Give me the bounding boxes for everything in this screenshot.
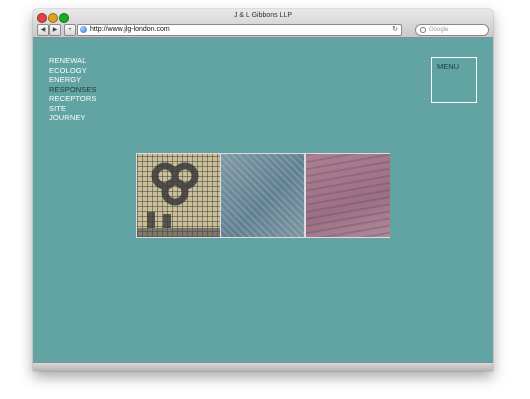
search-placeholder: Google xyxy=(429,27,449,33)
menu-button[interactable]: MENU xyxy=(431,57,477,103)
back-button[interactable]: ◀ xyxy=(37,24,49,36)
nav-item-renewal[interactable]: RENEWAL xyxy=(49,56,97,66)
image-gallery xyxy=(136,153,390,238)
mosaic-cobblestone-image[interactable] xyxy=(137,154,220,237)
menu-label: MENU xyxy=(437,62,460,71)
nav-item-receptors[interactable]: RECEPTORS xyxy=(49,94,97,104)
browser-window: J & L Gibbons LLP ◀ ▶ + http://www.jlg-l… xyxy=(33,9,493,371)
search-icon xyxy=(420,27,426,33)
globe-icon xyxy=(80,26,87,33)
nav-item-ecology[interactable]: ECOLOGY xyxy=(49,66,97,76)
site-navigation: RENEWAL ECOLOGY ENERGY RESPONSES RECEPTO… xyxy=(49,56,97,123)
address-bar[interactable]: http://www.jlg-london.com ↻ xyxy=(77,24,402,36)
reload-icon[interactable]: ↻ xyxy=(392,25,398,35)
window-title: J & L Gibbons LLP xyxy=(233,12,293,19)
add-bookmark-button[interactable]: + xyxy=(64,24,76,36)
mosaic-pattern-icon xyxy=(137,162,220,237)
forward-button[interactable]: ▶ xyxy=(49,24,61,36)
blue-grey-stone-texture-image[interactable] xyxy=(221,154,304,237)
title-bar: J & L Gibbons LLP ◀ ▶ + http://www.jlg-l… xyxy=(33,9,493,38)
nav-item-energy[interactable]: ENERGY xyxy=(49,75,97,85)
status-bar xyxy=(33,362,493,371)
nav-item-journey[interactable]: JOURNEY xyxy=(49,113,97,123)
pink-sand-ripples-image[interactable] xyxy=(306,154,390,237)
search-field[interactable]: Google xyxy=(415,24,489,36)
nav-item-responses[interactable]: RESPONSES xyxy=(49,85,97,95)
url-text[interactable]: http://www.jlg-london.com xyxy=(90,26,170,34)
nav-item-site[interactable]: SITE xyxy=(49,104,97,114)
